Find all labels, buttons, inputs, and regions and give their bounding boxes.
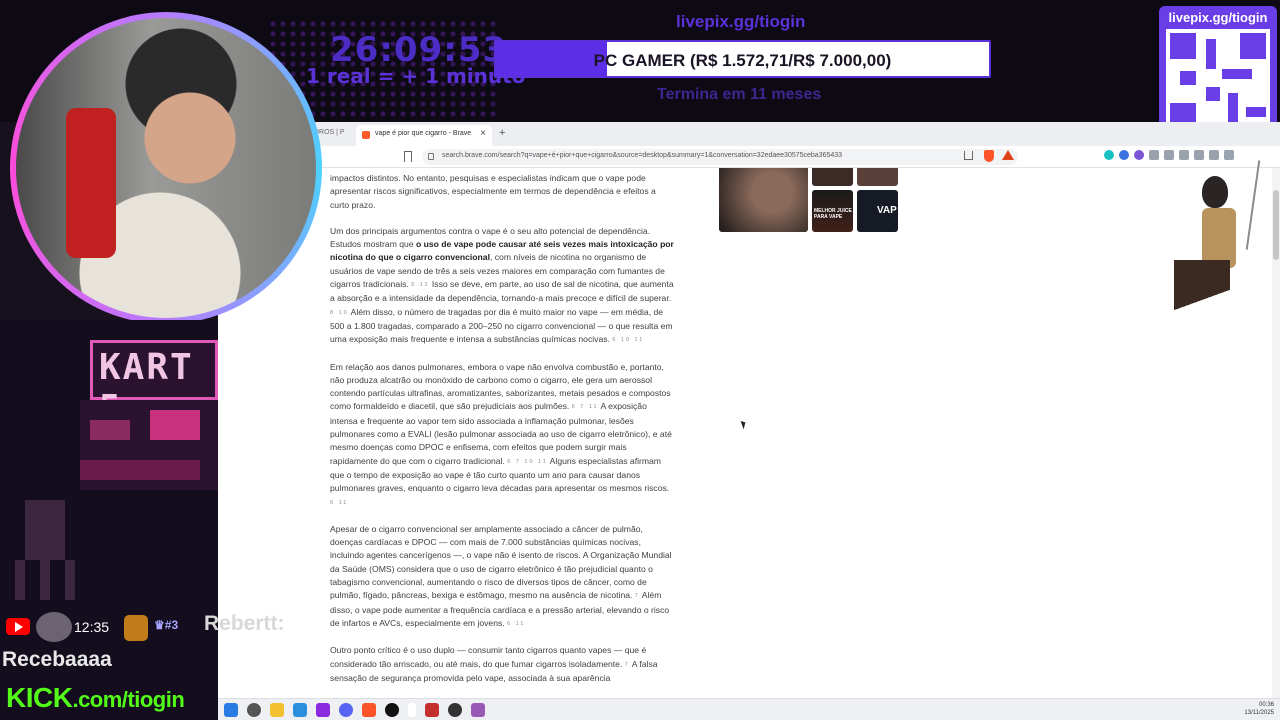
crown-rank-badge: ♛#3 xyxy=(154,618,179,632)
qr-code-icon xyxy=(1166,29,1270,133)
stream-frame: 26:09:53 1 real = + 1 minuto livepix.gg/… xyxy=(0,0,1280,720)
webcam-feed xyxy=(16,18,316,318)
ai-summary-article: impactos distintos. No entanto, pesquisa… xyxy=(330,172,676,698)
image-thumbnail[interactable]: VAP xyxy=(857,190,898,232)
share-icon[interactable] xyxy=(964,151,973,160)
page-content: impactos distintos. No entanto, pesquisa… xyxy=(218,168,1272,698)
clock-date: 13/11/2025 xyxy=(1244,710,1274,716)
discord-icon[interactable] xyxy=(339,703,353,717)
system-clock[interactable]: 00:36 13/11/2025 xyxy=(1244,701,1274,717)
image-thumbnail[interactable] xyxy=(812,168,853,186)
kart-sign: KART 5 xyxy=(90,340,218,429)
kick-channel-link: KICK.com/tiogin xyxy=(6,682,185,713)
image-thumbnail[interactable]: MELHOR JUICE PARA VAPE xyxy=(812,190,853,232)
extension-icon[interactable] xyxy=(1134,150,1144,160)
extension-icon[interactable] xyxy=(1149,150,1159,160)
brave-favicon-icon xyxy=(362,131,370,139)
citation-link[interactable]: 8 10 xyxy=(330,310,349,316)
character-legs xyxy=(1174,260,1230,340)
thumbnail-caption: MELHOR JUICE PARA VAPE xyxy=(814,208,852,220)
squid-pixel-icon xyxy=(10,500,80,600)
browser-window: DROS | P vape é pior que cigarro - Brave… xyxy=(218,122,1280,698)
wallet-icon[interactable] xyxy=(1194,150,1204,160)
youtube-studio-icon[interactable] xyxy=(425,703,439,717)
folder-icon[interactable] xyxy=(270,703,284,717)
article-paragraph: Apesar de o cigarro convencional ser amp… xyxy=(330,523,672,628)
mouse-cursor-icon xyxy=(740,419,748,430)
donation-goal-bar: PC GAMER (R$ 1.572,71/R$ 7.000,00) xyxy=(494,40,991,78)
extension-icon[interactable] xyxy=(1104,150,1114,160)
character-head xyxy=(1202,176,1228,208)
url-input[interactable]: search.brave.com/search?q=vape+é+pior+qu… xyxy=(422,149,1018,165)
citation-link[interactable]: 6 11 xyxy=(507,621,525,627)
subathon-rate: 1 real = + 1 minuto xyxy=(306,64,526,88)
chat-time: 12:35 xyxy=(74,619,110,635)
goal-ends-text: Termina em 11 meses xyxy=(657,86,822,103)
windows-taskbar: 00:36 13/11/2025 xyxy=(218,698,1280,720)
article-paragraph: impactos distintos. No entanto, pesquisa… xyxy=(330,173,656,210)
pixel-art-decoration xyxy=(80,400,218,490)
extension-icons xyxy=(1104,150,1234,160)
brave-rewards-icon[interactable] xyxy=(1002,150,1014,160)
scrollbar-thumb[interactable] xyxy=(1273,190,1279,260)
qr-label: livepix.gg/tiogin xyxy=(1168,10,1268,25)
extension-icon[interactable] xyxy=(1164,150,1174,160)
sidebar-icon[interactable] xyxy=(1179,150,1189,160)
citation-link[interactable]: 6 10 11 xyxy=(612,337,644,343)
downloads-icon[interactable] xyxy=(1209,150,1219,160)
url-text: search.brave.com/search?q=vape+é+pior+qu… xyxy=(442,152,843,159)
webcam-frame xyxy=(10,12,322,324)
gaming-chair xyxy=(66,108,116,258)
clock-time: 00:36 xyxy=(1258,702,1274,708)
member-badge-icon xyxy=(124,615,148,641)
bookmark-icon[interactable] xyxy=(404,151,412,162)
search-icon[interactable] xyxy=(247,703,261,717)
citation-link[interactable]: 5 11 xyxy=(411,282,429,288)
tab-bar: DROS | P vape é pior que cigarro - Brave… xyxy=(218,122,1280,146)
chat-username: Rebertt: xyxy=(204,612,285,635)
new-tab-button[interactable]: + xyxy=(499,127,505,139)
character-body xyxy=(1202,208,1236,268)
extension-icon[interactable] xyxy=(1119,150,1129,160)
article-paragraph: Outro ponto crítico é o uso duplo — cons… xyxy=(330,645,658,683)
youtube-icon[interactable] xyxy=(408,703,416,717)
tab-close-button[interactable]: × xyxy=(480,128,486,139)
youtube-icon xyxy=(6,618,30,635)
citation-link[interactable]: 6 7 10 11 xyxy=(507,459,548,465)
thumbnail-caption: VAP xyxy=(877,205,897,216)
chat-message: Recebaaaa xyxy=(2,648,112,671)
tiktok-icon[interactable] xyxy=(385,703,399,717)
article-paragraph: Um dos principais argumentos contra o va… xyxy=(330,225,674,345)
image-thumbnail[interactable] xyxy=(857,168,898,186)
citation-link[interactable]: 6 7 11 xyxy=(572,404,599,410)
tab-title: vape é pior que cigarro - Brave xyxy=(375,130,472,137)
lock-icon xyxy=(428,153,434,160)
avatar xyxy=(36,612,72,642)
obs-icon[interactable] xyxy=(448,703,462,717)
windows-icon[interactable] xyxy=(224,703,238,717)
brave-shields-icon[interactable] xyxy=(984,150,994,162)
citation-link[interactable]: 6 11 xyxy=(330,500,348,506)
image-thumbnail[interactable] xyxy=(719,168,808,232)
anime-character-overlay xyxy=(1164,160,1264,350)
page-scrollbar[interactable] xyxy=(1272,168,1280,698)
rope-decoration xyxy=(1245,160,1261,250)
article-paragraph: Em relação aos danos pulmonares, embora … xyxy=(330,361,672,506)
taskbar-icons xyxy=(224,703,485,717)
livepix-link-top: livepix.gg/tiogin xyxy=(676,12,806,31)
headset-icon[interactable] xyxy=(316,703,330,717)
brave-icon[interactable] xyxy=(362,703,376,717)
vscode-icon[interactable] xyxy=(293,703,307,717)
menu-icon[interactable] xyxy=(1224,150,1234,160)
chat-message-header: 12:35 ♛#3 Rebertt: xyxy=(4,612,304,642)
goal-text: PC GAMER (R$ 1.572,71/R$ 7.000,00) xyxy=(593,51,892,70)
game-icon[interactable] xyxy=(471,703,485,717)
image-results: MELHOR JUICE PARA VAPE VAP xyxy=(719,168,919,238)
address-bar-row: search.brave.com/search?q=vape+é+pior+qu… xyxy=(218,146,1280,168)
tab-active[interactable]: vape é pior que cigarro - Brave × xyxy=(356,125,492,146)
